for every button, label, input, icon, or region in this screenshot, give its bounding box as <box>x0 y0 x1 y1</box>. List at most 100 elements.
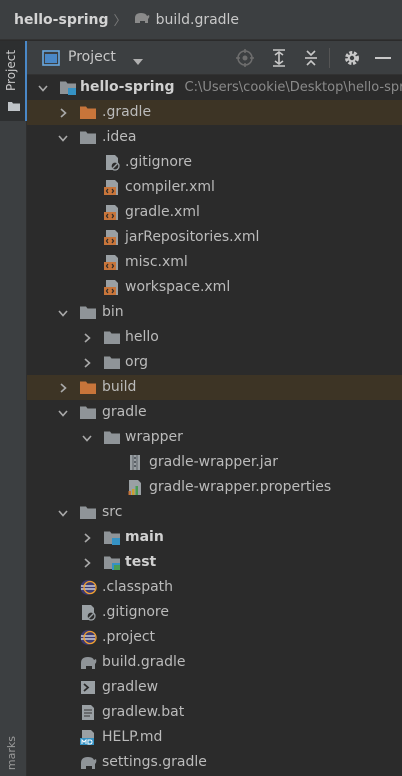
gitignore-file-icon <box>103 154 121 171</box>
chevron-down-icon[interactable] <box>133 54 143 70</box>
folder-icon <box>103 329 121 346</box>
tree-row-gradle-wrapper-jar[interactable]: gradle-wrapper.jar <box>27 450 402 475</box>
folder-icon <box>79 504 97 521</box>
tree-item-label: jarRepositories.xml <box>125 229 260 245</box>
tree-item-label: misc.xml <box>125 254 188 270</box>
tree-item-label: compiler.xml <box>125 179 215 195</box>
tree-row-gradlew-bat[interactable]: gradlew.bat <box>27 700 402 725</box>
tree-row-idea-gitignore[interactable]: .gitignore <box>27 150 402 175</box>
expand-all-icon[interactable] <box>269 48 289 68</box>
project-tool-tab[interactable]: Project <box>0 41 27 121</box>
tree-row-gradle[interactable]: gradle <box>27 400 402 425</box>
bookmarks-tool-tab[interactable]: marks <box>5 736 18 770</box>
chevron-right-icon[interactable] <box>82 533 92 543</box>
tree-row-main[interactable]: main <box>27 525 402 550</box>
gradle-elephant-icon <box>79 754 97 771</box>
tree-row-bin[interactable]: bin <box>27 300 402 325</box>
text-file-icon <box>79 704 97 721</box>
tree-item-label: wrapper <box>125 429 183 445</box>
chevron-right-icon[interactable] <box>82 333 92 343</box>
gradle-elephant-icon <box>133 11 151 29</box>
excluded-folder-icon <box>79 379 97 396</box>
chevron-down-icon[interactable] <box>38 83 48 93</box>
tree-row-compiler-xml[interactable]: compiler.xml <box>27 175 402 200</box>
chevron-right-icon[interactable] <box>58 108 68 118</box>
project-panel-header: Project <box>27 41 402 75</box>
tree-item-label: gradlew <box>102 679 159 695</box>
tree-item-label: bin <box>102 304 124 320</box>
tree-item-label: gradlew.bat <box>102 704 185 720</box>
xml-file-icon <box>103 254 121 271</box>
tree-row-misc-xml[interactable]: misc.xml <box>27 250 402 275</box>
tree-row-settings-gradle[interactable]: settings.gradle <box>27 750 402 775</box>
tree-item-label: gradle-wrapper.properties <box>149 479 332 495</box>
jar-file-icon <box>126 454 144 471</box>
module-folder-icon <box>59 79 77 96</box>
tree-root-row[interactable]: hello-spring C:\Users\cookie\Desktop\hell… <box>27 75 402 100</box>
tree-row-workspace-xml[interactable]: workspace.xml <box>27 275 402 300</box>
project-view-icon <box>42 50 60 70</box>
chevron-down-icon[interactable] <box>58 133 68 143</box>
shell-script-icon <box>79 679 97 696</box>
tree-row-org[interactable]: org <box>27 350 402 375</box>
tree-row-test[interactable]: test <box>27 550 402 575</box>
tree-row-gradlew[interactable]: gradlew <box>27 675 402 700</box>
tree-item-label: gradle.xml <box>125 204 200 220</box>
toolbar-divider <box>329 48 330 68</box>
chevron-right-icon[interactable] <box>58 383 68 393</box>
tree-row-project[interactable]: .project <box>27 625 402 650</box>
eclipse-icon <box>79 629 97 646</box>
tree-item-label: build <box>102 379 137 395</box>
tree-item-label: src <box>102 504 123 520</box>
chevron-right-icon[interactable] <box>82 358 92 368</box>
collapse-all-icon[interactable] <box>301 48 321 68</box>
chevron-down-icon[interactable] <box>82 433 92 443</box>
tree-row-gradle-wrapper-properties[interactable]: gradle-wrapper.properties <box>27 475 402 500</box>
chevron-down-icon[interactable] <box>58 408 68 418</box>
source-folder-icon <box>103 529 121 546</box>
tree-item-label: .gitignore <box>102 604 169 620</box>
tree-item-label: gradle <box>102 404 147 420</box>
breadcrumb-file[interactable]: build.gradle <box>156 12 240 28</box>
tree-row-idea[interactable]: .idea <box>27 125 402 150</box>
excluded-folder-icon <box>79 104 97 121</box>
tree-row-dot-gradle[interactable]: .gradle <box>27 100 402 125</box>
xml-file-icon <box>103 229 121 246</box>
tree-root-label: hello-spring C:\Users\cookie\Desktop\hell… <box>80 78 402 97</box>
tree-row-wrapper[interactable]: wrapper <box>27 425 402 450</box>
locate-target-icon[interactable] <box>235 48 255 68</box>
tree-row-gitignore[interactable]: .gitignore <box>27 600 402 625</box>
tree-item-label: workspace.xml <box>125 279 231 295</box>
tree-item-label: test <box>125 554 157 570</box>
folder-icon <box>79 304 97 321</box>
tree-row-src[interactable]: src <box>27 500 402 525</box>
panel-title[interactable]: Project <box>68 49 116 65</box>
chevron-down-icon[interactable] <box>58 508 68 518</box>
tree-row-hello[interactable]: hello <box>27 325 402 350</box>
tree-row-help-md[interactable]: HELP.md <box>27 725 402 750</box>
root-name: hello-spring <box>80 79 175 95</box>
folder-icon <box>103 354 121 371</box>
tree-row-classpath[interactable]: .classpath <box>27 575 402 600</box>
tree-item-label: gradle-wrapper.jar <box>149 454 278 470</box>
tree-item-label: .gradle <box>102 104 152 120</box>
tree-row-build-gradle[interactable]: build.gradle <box>27 650 402 675</box>
project-tree[interactable]: hello-spring C:\Users\cookie\Desktop\hell… <box>27 75 402 776</box>
tree-row-jarrepositories-xml[interactable]: jarRepositories.xml <box>27 225 402 250</box>
chevron-right-icon[interactable] <box>82 558 92 568</box>
tree-item-label: build.gradle <box>102 654 186 670</box>
chevron-down-icon[interactable] <box>58 308 68 318</box>
test-folder-icon <box>103 554 121 571</box>
tree-item-label: HELP.md <box>102 729 163 745</box>
tree-row-gradle-xml[interactable]: gradle.xml <box>27 200 402 225</box>
breadcrumb-project[interactable]: hello-spring <box>14 12 109 28</box>
properties-file-icon <box>126 479 144 496</box>
minimize-icon[interactable] <box>373 48 393 68</box>
navigation-bar: hello-spring 〉 build.gradle <box>0 0 402 40</box>
gear-icon[interactable] <box>342 48 362 68</box>
tree-item-label: .classpath <box>102 579 174 595</box>
tree-row-build[interactable]: build <box>27 375 402 400</box>
tree-item-label: .idea <box>102 129 137 145</box>
xml-file-icon <box>103 279 121 296</box>
markdown-file-icon <box>79 729 97 746</box>
